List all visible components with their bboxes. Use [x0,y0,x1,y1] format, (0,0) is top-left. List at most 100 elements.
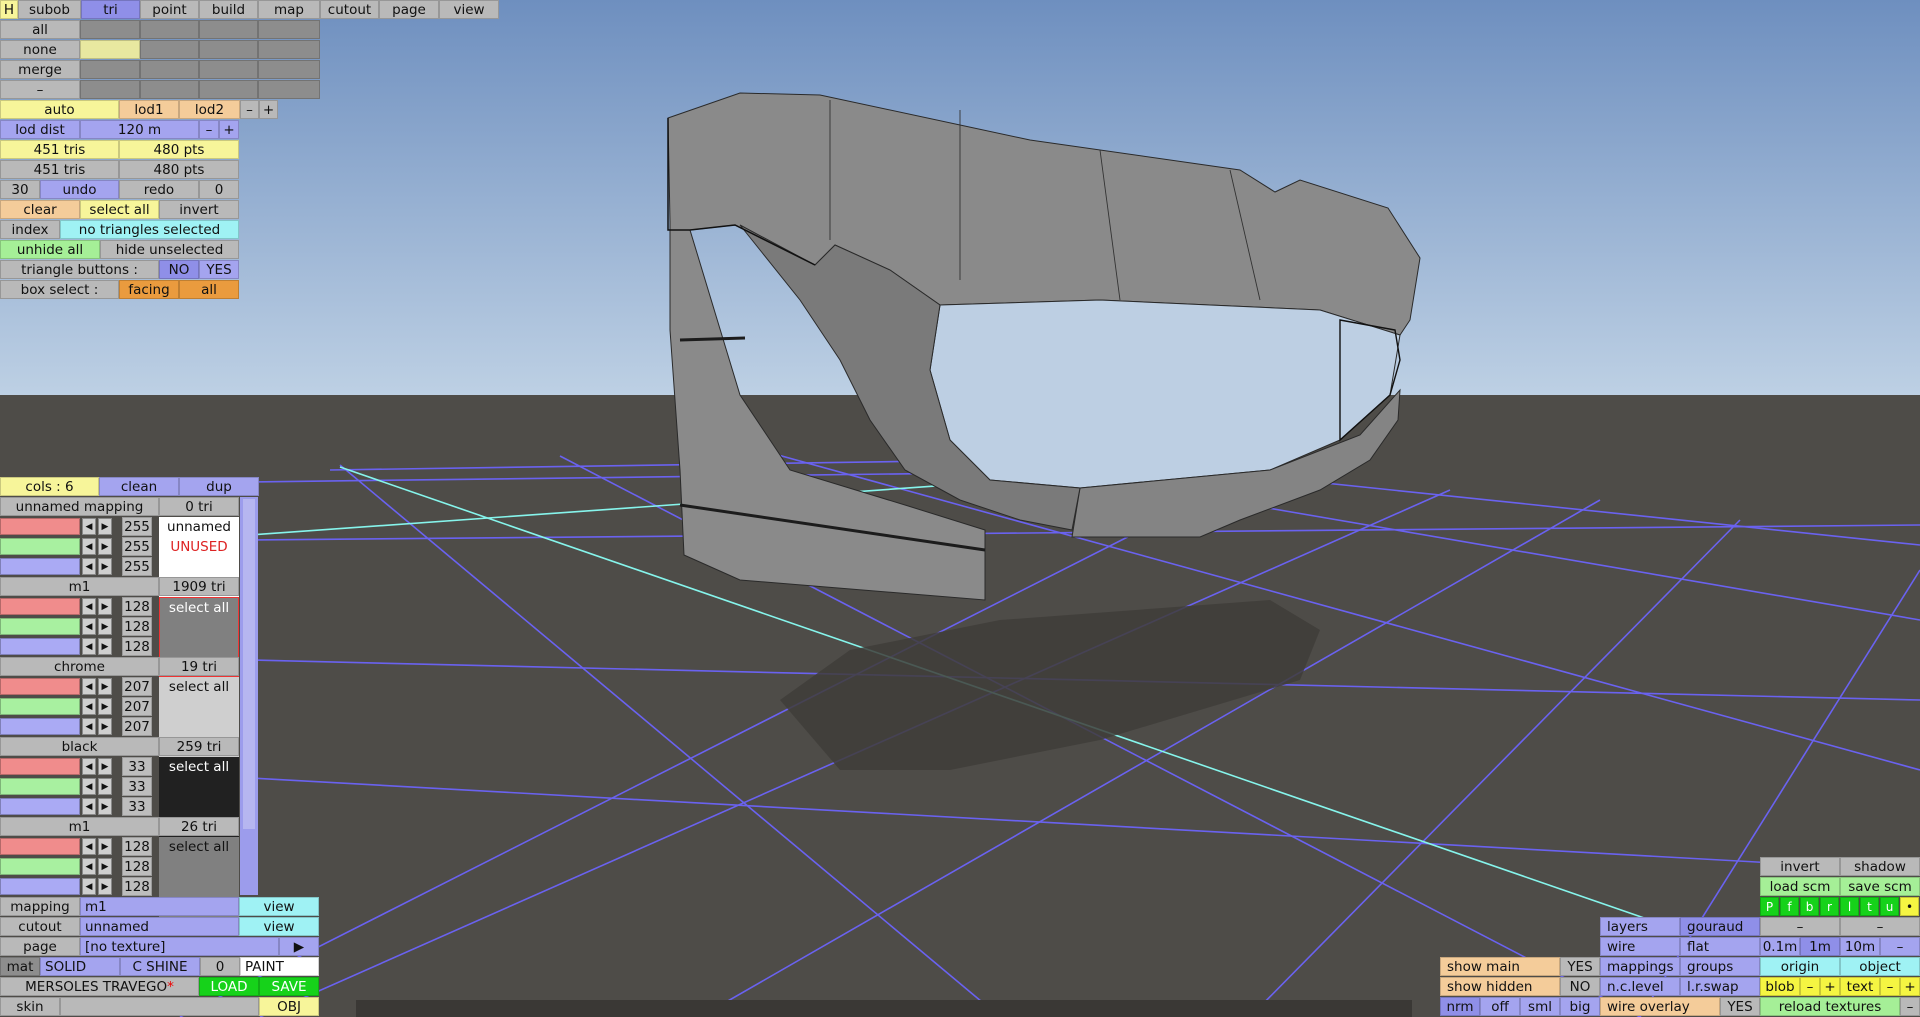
scale-01m-button[interactable]: 0.1m [1760,937,1800,956]
scrollbar-thumb[interactable] [243,499,255,829]
normals-big-button[interactable]: big [1560,997,1600,1016]
select-all-button[interactable]: all [0,20,80,39]
color-slider-r[interactable] [0,518,80,535]
obj-button[interactable]: OBJ [259,997,319,1016]
select-slot[interactable] [140,20,199,39]
tab-page[interactable]: page [379,0,439,19]
index-button[interactable]: index [0,220,60,239]
slider-left-arrow[interactable]: ◀ [82,878,96,895]
minus-slot-1[interactable]: – [1760,917,1840,936]
color-slider-g[interactable] [0,698,80,715]
reload-minus-button[interactable]: – [1900,997,1920,1016]
slider-right-arrow[interactable]: ▶ [98,538,112,555]
select-slot[interactable] [258,60,320,79]
slider-left-arrow[interactable]: ◀ [82,778,96,795]
select-slot[interactable] [140,60,199,79]
clean-button[interactable]: clean [99,477,179,496]
select-slot[interactable] [199,60,258,79]
lr-swap-button[interactable]: l.r.swap [1680,977,1760,996]
select-slot-active[interactable] [80,40,140,59]
invert-selection-button[interactable]: invert [159,200,239,219]
select-none-button[interactable]: none [0,40,80,59]
paint-button[interactable]: PAINT [240,957,319,976]
merge-button[interactable]: merge [0,60,80,79]
materials-scrollbar[interactable] [240,497,258,895]
solid-button[interactable]: SOLID [40,957,120,976]
cutout-view-button[interactable]: view [239,917,319,936]
slider-right-arrow[interactable]: ▶ [98,618,112,635]
color-slider-g[interactable] [0,618,80,635]
slider-left-arrow[interactable]: ◀ [82,618,96,635]
color-slider-b[interactable] [0,558,80,575]
color-slider-g[interactable] [0,778,80,795]
mappings-button[interactable]: mappings [1600,957,1680,976]
color-slider-r[interactable] [0,598,80,615]
slider-left-arrow[interactable]: ◀ [82,638,96,655]
tab-tri[interactable]: tri [81,0,140,19]
load-scm-button[interactable]: load scm [1760,877,1840,896]
tab-build[interactable]: build [199,0,258,19]
lod1-button[interactable]: lod1 [119,100,179,119]
reload-textures-button[interactable]: reload textures [1760,997,1900,1016]
wire-button[interactable]: wire [1600,937,1680,956]
slider-right-arrow[interactable]: ▶ [98,638,112,655]
slider-right-arrow[interactable]: ▶ [98,598,112,615]
select-slot[interactable] [199,20,258,39]
groups-button[interactable]: groups [1680,957,1760,976]
wire-overlay-toggle[interactable]: YES [1720,997,1760,1016]
slider-right-arrow[interactable]: ▶ [98,518,112,535]
color-slider-g[interactable] [0,858,80,875]
lod-auto-button[interactable]: auto [0,100,119,119]
lod-dist-minus[interactable]: – [199,120,219,139]
view-dir-6[interactable]: u [1880,897,1899,916]
invert-button[interactable]: invert [1760,857,1840,876]
material-name[interactable]: black [0,737,159,756]
select-slot[interactable] [258,20,320,39]
flat-button[interactable]: flat [1680,937,1760,956]
box-select-facing[interactable]: facing [119,280,179,299]
save-scm-button[interactable]: save scm [1840,877,1920,896]
select-slot[interactable] [199,80,258,99]
slider-left-arrow[interactable]: ◀ [82,678,96,695]
slider-right-arrow[interactable]: ▶ [98,838,112,855]
view-dir-1[interactable]: f [1780,897,1799,916]
minus-slot-2[interactable]: – [1840,917,1920,936]
color-slider-g[interactable] [0,538,80,555]
normals-small-button[interactable]: sml [1520,997,1560,1016]
normals-off-button[interactable]: off [1480,997,1520,1016]
color-slider-b[interactable] [0,718,80,735]
slider-left-arrow[interactable]: ◀ [82,798,96,815]
slider-right-arrow[interactable]: ▶ [98,558,112,575]
color-slider-r[interactable] [0,758,80,775]
text-minus-button[interactable]: – [1880,977,1900,996]
blob-plus-button[interactable]: + [1820,977,1840,996]
blob-minus-button[interactable]: – [1800,977,1820,996]
select-slot[interactable] [199,40,258,59]
select-slot[interactable] [258,80,320,99]
clear-selection-button[interactable]: clear [0,200,80,219]
unhide-all-button[interactable]: unhide all [0,240,100,259]
select-slot[interactable] [80,80,140,99]
triangle-buttons-no[interactable]: NO [159,260,199,279]
nrm-button[interactable]: nrm [1440,997,1480,1016]
scale-1m-button[interactable]: 1m [1800,937,1840,956]
slider-left-arrow[interactable]: ◀ [82,538,96,555]
load-button[interactable]: LOAD [199,977,259,996]
slider-left-arrow[interactable]: ◀ [82,518,96,535]
material-name[interactable]: unnamed mapping [0,497,159,516]
lod-dist-plus[interactable]: + [219,120,239,139]
mapping-view-button[interactable]: view [239,897,319,916]
show-main-toggle[interactable]: YES [1560,957,1600,976]
view-dir-4[interactable]: l [1840,897,1859,916]
show-hidden-toggle[interactable]: NO [1560,977,1600,996]
triangle-buttons-yes[interactable]: YES [199,260,239,279]
view-dir-0[interactable]: P [1760,897,1779,916]
scale-10m-button[interactable]: 10m [1840,937,1880,956]
view-dir-2[interactable]: b [1800,897,1819,916]
mapping-value[interactable]: m1 [80,897,239,916]
lod2-button[interactable]: lod2 [179,100,240,119]
3d-viewport[interactable] [0,0,1920,1017]
slider-right-arrow[interactable]: ▶ [98,718,112,735]
material-name[interactable]: m1 [0,817,159,836]
tab-point[interactable]: point [140,0,199,19]
